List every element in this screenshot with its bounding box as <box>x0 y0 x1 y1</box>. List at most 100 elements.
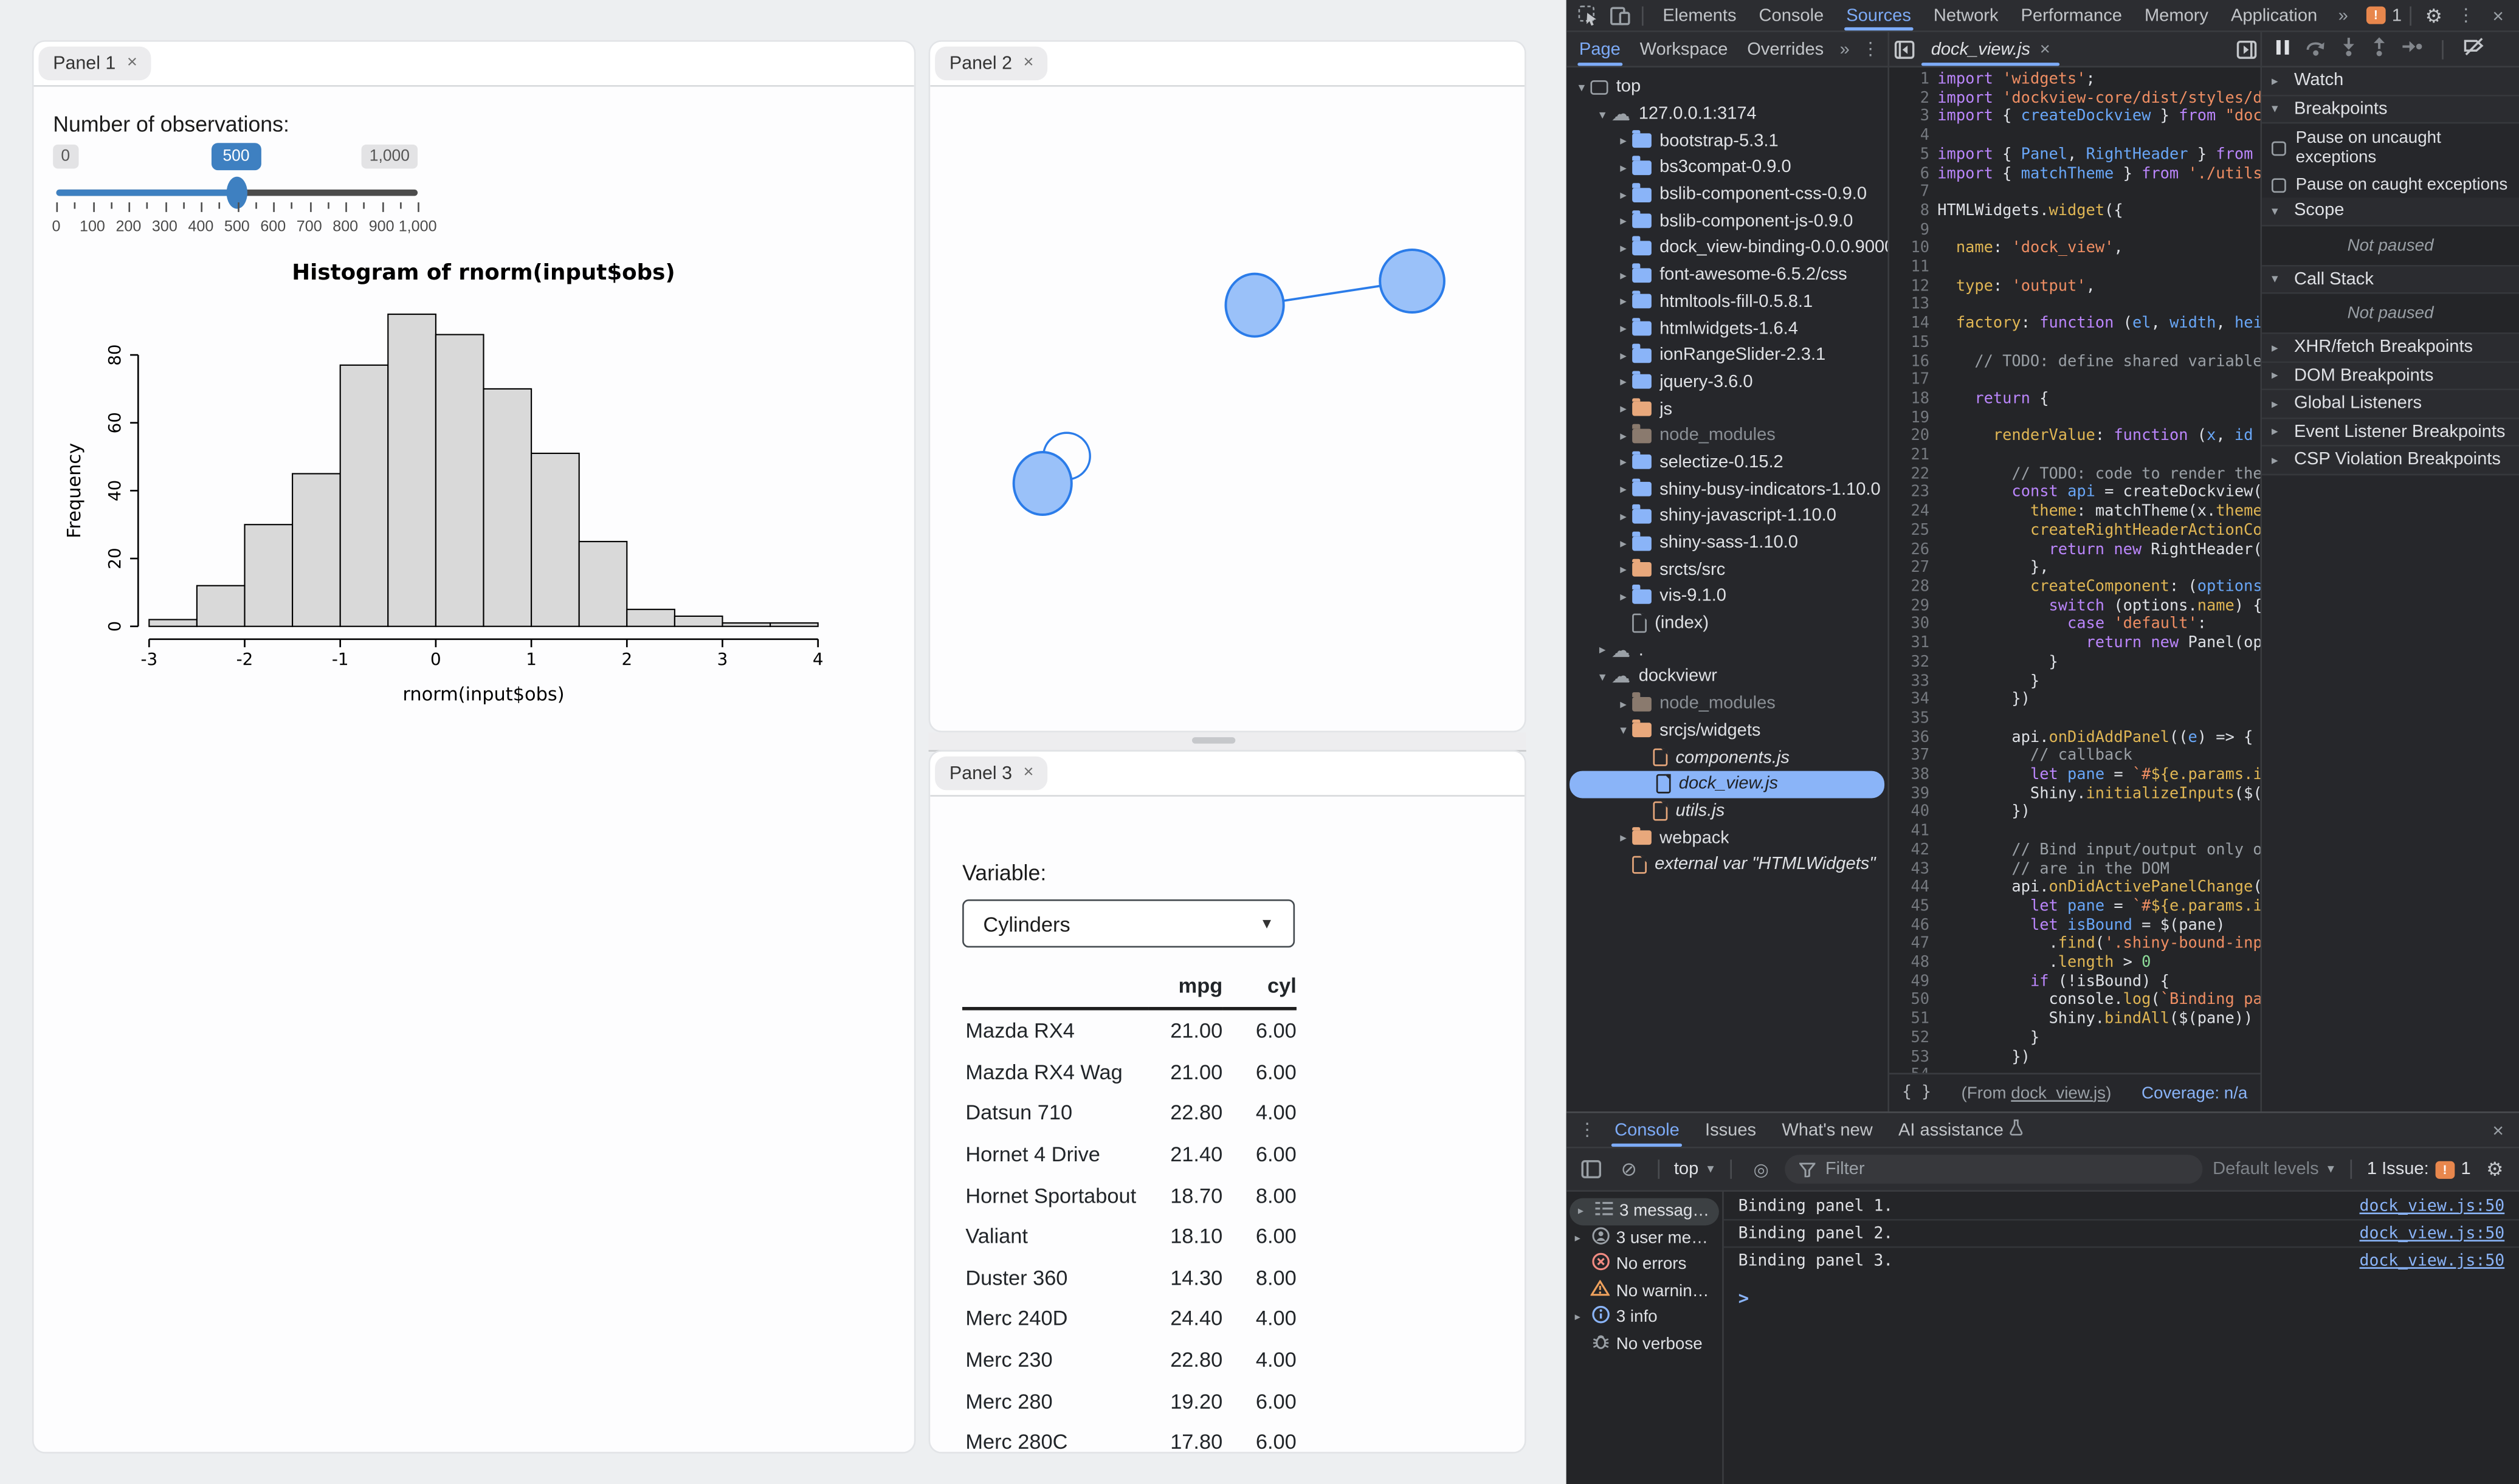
close-tab-icon[interactable]: × <box>2040 40 2050 59</box>
line-number[interactable]: 25 <box>1889 522 1929 541</box>
collapse-icon[interactable]: ▾ <box>1594 107 1611 122</box>
expand-icon[interactable]: ▸ <box>1574 1205 1587 1218</box>
observations-slider[interactable]: 0 1,000 500 0100200300400500600700800900… <box>34 145 484 241</box>
collapse-icon[interactable]: ▾ <box>1614 723 1632 738</box>
line-number[interactable]: 27 <box>1889 559 1929 578</box>
expand-icon[interactable]: ▸ <box>1614 535 1632 550</box>
tree-item[interactable]: ▾top <box>1566 74 1888 101</box>
step-out-icon[interactable] <box>2371 37 2387 61</box>
tree-item[interactable]: external var "HTMLWidgets" <box>1566 851 1888 878</box>
expand-icon[interactable]: ▸ <box>1614 428 1632 443</box>
live-expression-icon[interactable]: ◎ <box>1746 1156 1776 1182</box>
console-settings-icon[interactable]: ⚙ <box>2481 1156 2510 1182</box>
network-node[interactable] <box>1226 274 1284 337</box>
tree-item[interactable]: ▸vis-9.1.0 <box>1566 583 1888 610</box>
line-number[interactable]: 46 <box>1889 916 1929 935</box>
expand-icon[interactable]: ▸ <box>1594 643 1611 658</box>
line-number[interactable]: 42 <box>1889 841 1929 860</box>
expand-icon[interactable]: ▸ <box>1614 509 1632 523</box>
context-selector[interactable]: top▼ <box>1674 1159 1716 1179</box>
expand-icon[interactable]: ▸ <box>1571 1311 1584 1324</box>
tree-item[interactable]: ▸htmlwidgets-1.6.4 <box>1566 315 1888 342</box>
line-number[interactable]: 15 <box>1889 334 1929 352</box>
line-number[interactable]: 41 <box>1889 822 1929 841</box>
expand-icon[interactable]: ▸ <box>1614 402 1632 416</box>
checkbox-icon[interactable] <box>2272 177 2286 192</box>
console-filter-info[interactable]: ▸3 info <box>1566 1304 1722 1331</box>
line-number[interactable]: 1 <box>1889 70 1929 89</box>
console-prompt[interactable]: > <box>1724 1275 2519 1309</box>
source-file-link[interactable]: dock_view.js <box>2011 1084 2106 1103</box>
network-node[interactable] <box>1014 452 1072 515</box>
panel-2-tab[interactable]: Panel 2 × <box>935 47 1048 81</box>
line-number[interactable]: 14 <box>1889 315 1929 334</box>
tree-item[interactable]: ▸bslib-component-css-0.9.0 <box>1566 181 1888 208</box>
line-number[interactable]: 31 <box>1889 634 1929 653</box>
tree-item[interactable]: ▸bootstrap-5.3.1 <box>1566 128 1888 154</box>
tree-item[interactable]: (index) <box>1566 610 1888 637</box>
navtab-overrides[interactable]: Overrides <box>1737 32 1833 66</box>
tree-item[interactable]: ▸jquery-3.6.0 <box>1566 369 1888 396</box>
exception-checkbox-row[interactable]: Pause on uncaught exceptions <box>2262 124 2519 171</box>
line-number[interactable]: 20 <box>1889 428 1929 447</box>
line-number[interactable]: 48 <box>1889 954 1929 973</box>
console-sidebar-toggle-icon[interactable] <box>1576 1156 1605 1182</box>
close-icon[interactable]: × <box>1024 764 1034 782</box>
line-number[interactable]: 52 <box>1889 1029 1929 1048</box>
drawer-tab-console[interactable]: Console <box>1602 1113 1692 1147</box>
drawer-kebab-icon[interactable]: ⋮ <box>1573 1117 1602 1142</box>
line-number[interactable]: 40 <box>1889 804 1929 823</box>
expand-icon[interactable]: ▸ <box>1614 241 1632 255</box>
console-filter-bug[interactable]: No verbose <box>1566 1331 1722 1358</box>
tree-item[interactable]: ▾srcjs/widgets <box>1566 717 1888 744</box>
section-scope[interactable]: ▾Scope <box>2262 198 2519 225</box>
expand-icon[interactable]: ▸ <box>1614 455 1632 470</box>
expand-icon[interactable]: ▸ <box>1614 134 1632 148</box>
tab-network[interactable]: Network <box>1922 0 2010 30</box>
line-number[interactable]: 12 <box>1889 278 1929 297</box>
log-levels-select[interactable]: Default levels▼ <box>2213 1159 2336 1179</box>
toggle-debugger-sidebar-icon[interactable] <box>2231 36 2261 61</box>
inspect-icon[interactable] <box>1573 2 1602 28</box>
line-number[interactable]: 51 <box>1889 1011 1929 1029</box>
line-number[interactable]: 18 <box>1889 390 1929 409</box>
line-number[interactable]: 24 <box>1889 503 1929 522</box>
kebab-menu-icon[interactable]: ⋮ <box>2452 2 2481 28</box>
line-number[interactable]: 9 <box>1889 221 1929 240</box>
line-number[interactable]: 8 <box>1889 202 1929 221</box>
tree-item[interactable]: ▸font-awesome-6.5.2/css <box>1566 261 1888 288</box>
console-filter-input[interactable]: Filter <box>1785 1155 2203 1184</box>
section-xhr-fetch-breakpoints[interactable]: ▸XHR/fetch Breakpoints <box>2262 334 2519 362</box>
line-number[interactable]: 3 <box>1889 108 1929 127</box>
section-event-listener-breakpoints[interactable]: ▸Event Listener Breakpoints <box>2262 418 2519 446</box>
expand-icon[interactable]: ▸ <box>1614 589 1632 604</box>
line-number[interactable]: 10 <box>1889 240 1929 259</box>
section-watch[interactable]: ▸Watch <box>2262 67 2519 95</box>
navtab-page[interactable]: Page <box>1570 32 1630 66</box>
tree-item[interactable]: ▸shiny-javascript-1.10.0 <box>1566 503 1888 529</box>
line-number[interactable]: 28 <box>1889 578 1929 597</box>
expand-icon[interactable]: ▸ <box>1614 375 1632 390</box>
tree-item[interactable]: ▸bs3compat-0.9.0 <box>1566 154 1888 181</box>
console-filter-error[interactable]: No errors <box>1566 1251 1722 1278</box>
pretty-print-icon[interactable]: { } <box>1902 1084 1931 1102</box>
line-number[interactable]: 53 <box>1889 1048 1929 1067</box>
tree-item[interactable]: ▸shiny-busy-indicators-1.10.0 <box>1566 476 1888 503</box>
tree-item[interactable]: utils.js <box>1566 797 1888 824</box>
network-graph[interactable] <box>930 87 1525 732</box>
section-breakpoints[interactable]: ▾Breakpoints <box>2262 95 2519 123</box>
console-message-source-link[interactable]: dock_view.js:50 <box>2360 1252 2505 1270</box>
expand-icon[interactable]: ▸ <box>1614 563 1632 577</box>
line-number[interactable]: 50 <box>1889 992 1929 1011</box>
line-number[interactable]: 29 <box>1889 597 1929 616</box>
tree-item[interactable]: dock_view.js <box>1570 771 1884 797</box>
expand-icon[interactable]: ▸ <box>1614 482 1632 496</box>
collapse-icon[interactable]: ▾ <box>1573 80 1590 95</box>
line-number[interactable]: 44 <box>1889 879 1929 898</box>
drawer-tab-issues[interactable]: Issues <box>1692 1113 1769 1147</box>
tab-elements[interactable]: Elements <box>1652 0 1748 30</box>
code-editor[interactable]: 1234567891011121314151617181920212223242… <box>1889 67 2261 1073</box>
panel-3-tab[interactable]: Panel 3 × <box>935 757 1048 791</box>
tree-item[interactable]: ▾☁dockviewr <box>1566 664 1888 690</box>
line-number[interactable]: 37 <box>1889 747 1929 766</box>
